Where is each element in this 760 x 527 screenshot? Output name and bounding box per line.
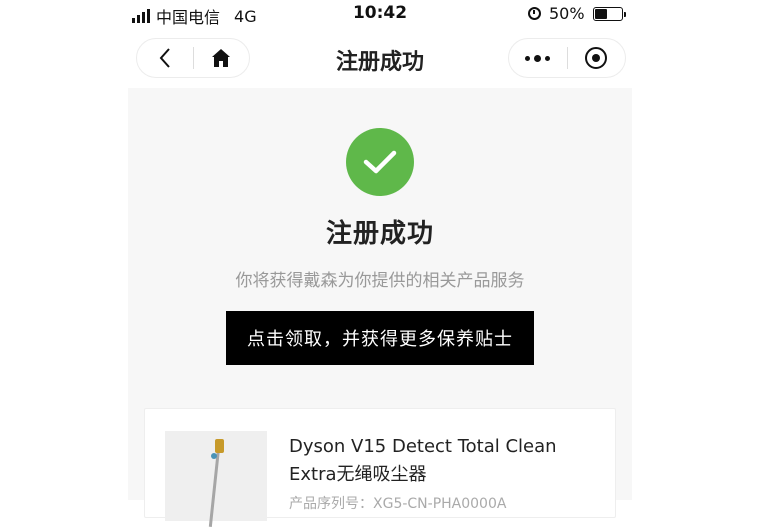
- claim-tips-button[interactable]: 点击领取，并获得更多保养贴士: [226, 311, 534, 365]
- alarm-icon: [528, 7, 541, 20]
- success-badge: [346, 128, 414, 196]
- more-button[interactable]: [509, 39, 567, 77]
- target-circle-icon: [585, 47, 608, 69]
- vacuum-wand: [208, 447, 221, 527]
- check-icon: [363, 150, 397, 174]
- page-title: 注册成功: [335, 50, 424, 75]
- product-card[interactable]: Dyson V15 Detect Total Clean Extra无绳吸尘器 …: [144, 408, 616, 527]
- nav-capsule-right: [508, 38, 626, 78]
- status-right: 50%: [528, 4, 626, 23]
- success-subtitle: 你将获得戴森为你提供的相关产品服务: [235, 271, 525, 291]
- battery-percent: 50%: [549, 4, 585, 23]
- vacuum-accent: [211, 453, 217, 459]
- product-image: [165, 431, 267, 527]
- nav-bar: 注册成功: [0, 30, 760, 84]
- product-name: Dyson V15 Detect Total Clean Extra无绳吸尘器: [289, 436, 557, 485]
- status-bar: 中国电信 4G 10:42 50%: [0, 0, 760, 28]
- more-dots-icon: [525, 54, 551, 62]
- battery-fill: [594, 8, 607, 19]
- status-time: 10:42: [352, 3, 408, 23]
- close-miniprogram-button[interactable]: [567, 39, 625, 77]
- vacuum-motor-head: [215, 439, 224, 453]
- product-serial: 产品序列号：XG5-CN-PHA0000A: [289, 496, 507, 512]
- battery-icon: [592, 6, 626, 21]
- success-title: 注册成功: [325, 219, 434, 249]
